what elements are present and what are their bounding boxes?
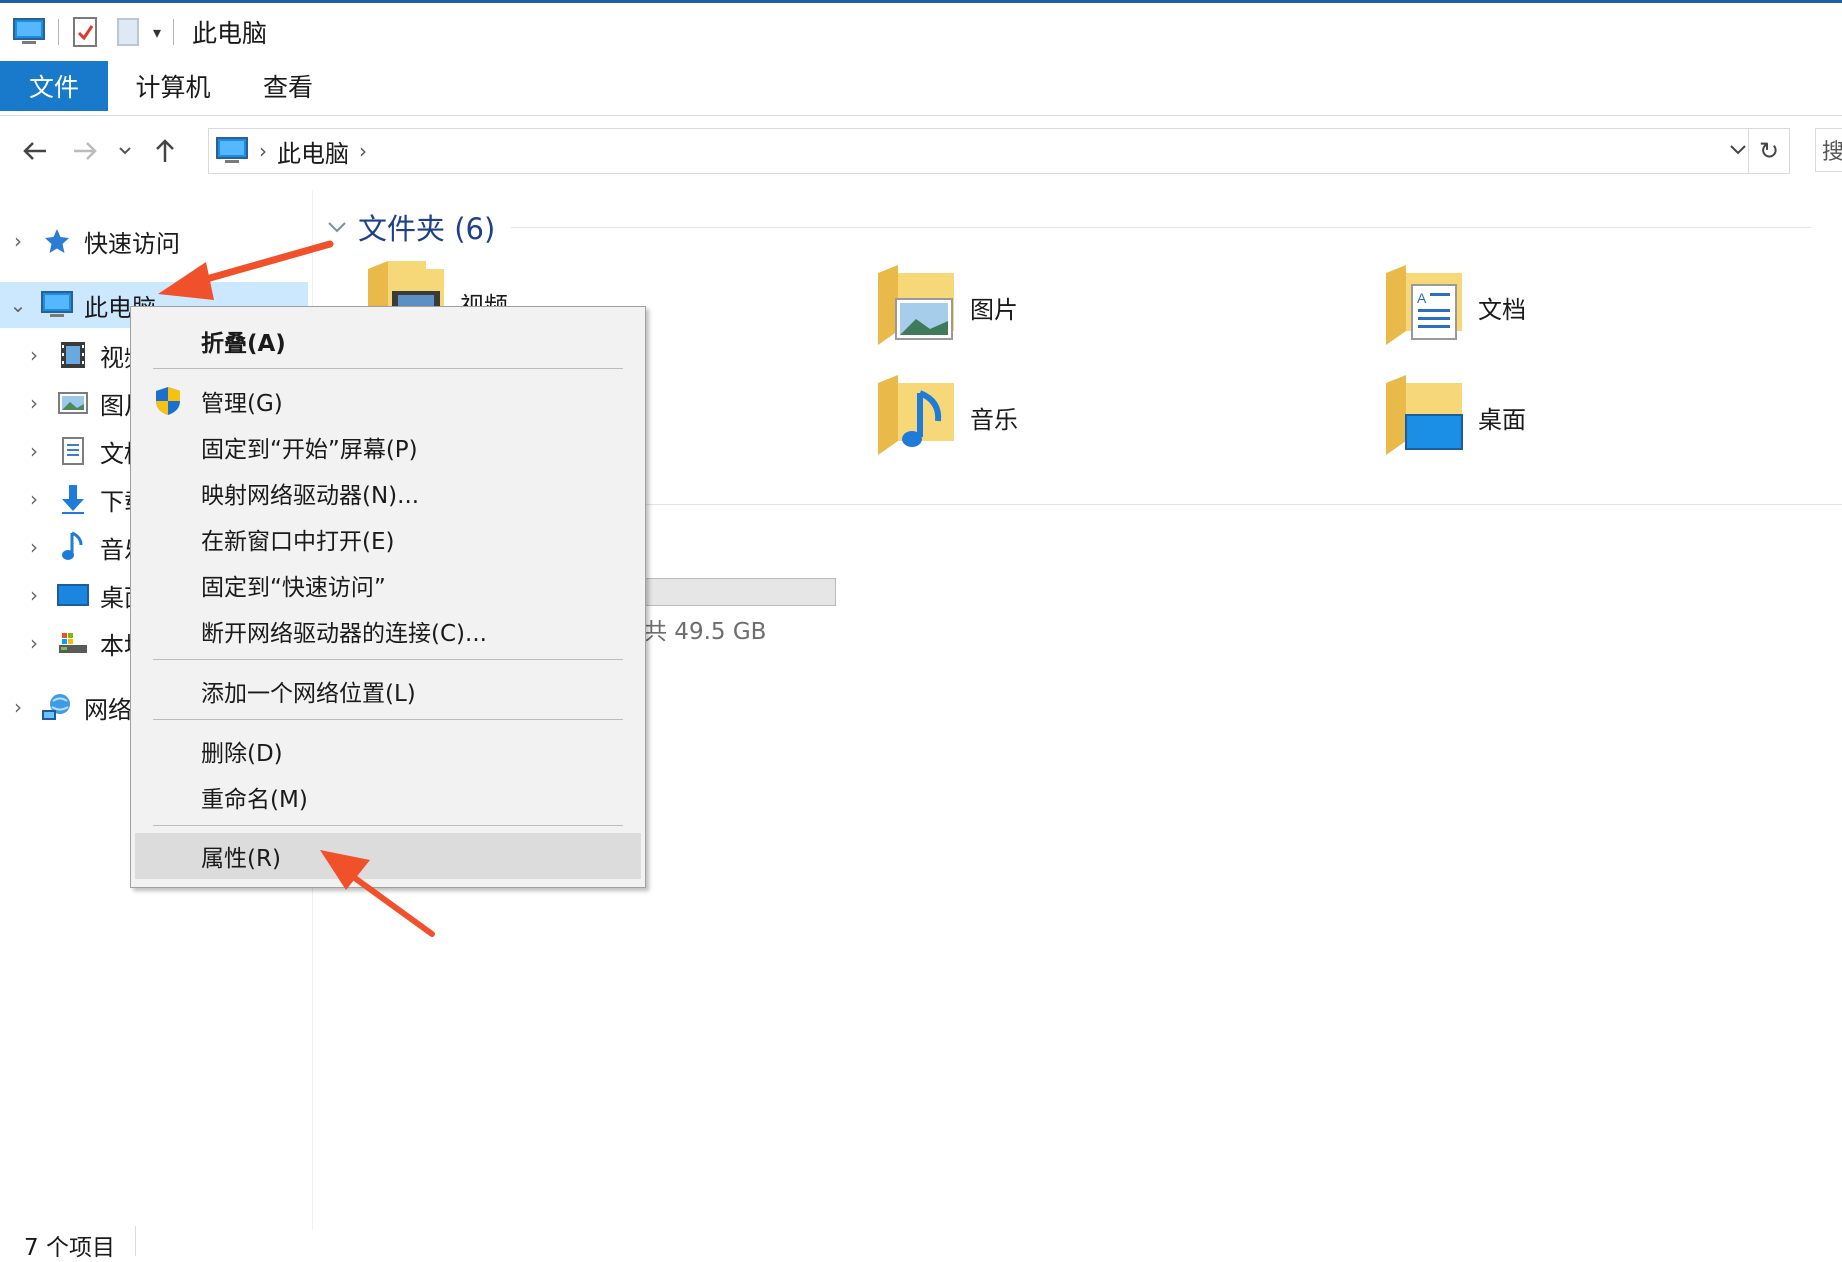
folder-documents[interactable]: A 文档 bbox=[1384, 262, 1684, 352]
chevron-down-icon bbox=[119, 147, 131, 155]
chevron-down-icon bbox=[328, 222, 346, 233]
uac-shield-icon bbox=[153, 385, 183, 423]
breadcrumb-chevron-icon[interactable]: › bbox=[259, 139, 267, 163]
ribbon-tabs: 文件 计算机 查看 bbox=[0, 61, 1842, 116]
local-disk-icon bbox=[56, 628, 90, 658]
menu-separator bbox=[153, 368, 623, 369]
forward-button[interactable] bbox=[60, 121, 110, 181]
menu-item-rename[interactable]: 重命名(M) bbox=[135, 775, 641, 819]
nav-item-documents[interactable]: › 文档 bbox=[16, 428, 148, 474]
nav-item-label: 快速访问 bbox=[84, 229, 180, 258]
address-bar[interactable]: › 此电脑 › ↻ bbox=[208, 128, 1790, 174]
menu-item-map-network-drive[interactable]: 映射网络驱动器(N)... bbox=[135, 471, 641, 515]
folders-group-header[interactable]: 文件夹 (6) bbox=[326, 206, 1812, 248]
folder-label: 桌面 bbox=[1478, 405, 1526, 434]
folder-label: 图片 bbox=[970, 295, 1018, 324]
quick-access-toolbar: ▾ bbox=[0, 3, 186, 61]
tab-computer[interactable]: 计算机 bbox=[108, 61, 238, 111]
menu-item-collapse[interactable]: 折叠(A) bbox=[135, 319, 641, 363]
menu-separator bbox=[153, 659, 623, 660]
expand-chevron-icon[interactable]: › bbox=[24, 343, 44, 367]
navigation-bar: › 此电脑 › ↻ bbox=[0, 116, 1842, 186]
breadcrumb-this-pc[interactable]: 此电脑 bbox=[277, 134, 349, 169]
menu-separator bbox=[153, 825, 623, 826]
this-pc-icon bbox=[215, 136, 249, 166]
nav-item-desktop[interactable]: › 桌面 bbox=[16, 572, 148, 618]
customize-toolbar-dropdown-icon[interactable]: ▾ bbox=[153, 23, 161, 42]
expand-chevron-icon[interactable]: › bbox=[8, 229, 28, 253]
breadcrumb-chevron-icon[interactable]: › bbox=[359, 139, 367, 163]
tab-view[interactable]: 查看 bbox=[238, 61, 338, 111]
menu-item-properties[interactable]: 属性(R) bbox=[135, 833, 641, 879]
status-item-count: 7 个项目 bbox=[24, 1235, 115, 1261]
menu-item-disconnect-network-drive[interactable]: 断开网络驱动器的连接(C)... bbox=[135, 609, 641, 653]
nav-item-quick-access[interactable]: › 快速访问 bbox=[0, 218, 312, 264]
expand-chevron-icon[interactable]: › bbox=[24, 391, 44, 415]
quick-access-star-icon bbox=[40, 226, 74, 256]
address-history-dropdown-icon[interactable] bbox=[1729, 137, 1747, 161]
refresh-button[interactable]: ↻ bbox=[1748, 129, 1789, 173]
toolbar-separator bbox=[58, 19, 59, 45]
downloads-icon bbox=[56, 484, 90, 514]
forward-arrow-icon bbox=[74, 142, 97, 160]
status-separator bbox=[135, 1226, 136, 1256]
search-box[interactable]: 搜 bbox=[1815, 128, 1842, 172]
recent-locations-button[interactable] bbox=[110, 121, 140, 181]
folder-label: 文档 bbox=[1478, 295, 1526, 324]
expand-chevron-icon[interactable]: › bbox=[24, 439, 44, 463]
collapse-chevron-icon[interactable]: ⌄ bbox=[8, 293, 28, 317]
drive-free-space-text: 共 49.5 GB bbox=[644, 619, 767, 645]
properties-icon[interactable] bbox=[71, 16, 99, 48]
up-button[interactable] bbox=[140, 121, 190, 181]
menu-separator bbox=[153, 719, 623, 720]
menu-item-pin-to-start[interactable]: 固定到“开始”屏幕(P) bbox=[135, 425, 641, 469]
menu-item-delete[interactable]: 删除(D) bbox=[135, 729, 641, 773]
folder-pictures[interactable]: 图片 bbox=[876, 262, 1176, 352]
svg-text:A: A bbox=[1417, 290, 1427, 306]
nav-item-label: 网络 bbox=[84, 695, 132, 724]
desktop-folder-icon bbox=[1384, 375, 1464, 459]
folder-label: 音乐 bbox=[970, 405, 1018, 434]
music-folder-icon bbox=[876, 375, 956, 459]
videos-icon bbox=[56, 340, 90, 370]
this-pc-icon bbox=[12, 17, 46, 47]
pictures-folder-icon bbox=[876, 265, 956, 349]
documents-icon bbox=[56, 436, 90, 466]
back-button[interactable] bbox=[10, 121, 60, 181]
expand-chevron-icon[interactable]: › bbox=[24, 535, 44, 559]
expand-chevron-icon[interactable]: › bbox=[8, 695, 28, 719]
menu-item-pin-quick-access[interactable]: 固定到“快速访问” bbox=[135, 563, 641, 607]
nav-item-videos[interactable]: › 视频 bbox=[16, 332, 148, 378]
nav-item-network[interactable]: › 网络 bbox=[0, 684, 132, 730]
nav-item-music[interactable]: › 音乐 bbox=[16, 524, 148, 570]
this-pc-icon bbox=[40, 290, 74, 320]
up-arrow-icon bbox=[156, 139, 174, 162]
menu-item-open-new-window[interactable]: 在新窗口中打开(E) bbox=[135, 517, 641, 561]
group-header-label: 文件夹 (6) bbox=[358, 212, 496, 246]
folder-desktop[interactable]: 桌面 bbox=[1384, 372, 1684, 462]
network-icon bbox=[40, 692, 74, 722]
music-icon bbox=[56, 531, 90, 562]
menu-item-manage[interactable]: 管理(G) bbox=[135, 379, 641, 423]
context-menu: 折叠(A) 管理(G) 固定到“开始”屏幕(P) 映射网络驱动器(N)... 在… bbox=[130, 306, 646, 888]
drive-usage-bar bbox=[644, 578, 836, 606]
expand-chevron-icon[interactable]: › bbox=[24, 583, 44, 607]
nav-item-downloads[interactable]: › 下载 bbox=[16, 476, 148, 522]
toolbar-separator bbox=[173, 19, 175, 45]
nav-item-pictures[interactable]: › 图片 bbox=[16, 380, 148, 426]
group-divider bbox=[640, 504, 1842, 505]
desktop-icon bbox=[56, 580, 90, 610]
new-folder-icon[interactable] bbox=[115, 16, 141, 48]
expand-chevron-icon[interactable]: › bbox=[24, 631, 44, 655]
documents-folder-icon: A bbox=[1384, 265, 1464, 349]
group-header-line bbox=[511, 226, 1812, 228]
menu-item-add-network-location[interactable]: 添加一个网络位置(L) bbox=[135, 669, 641, 713]
expand-chevron-icon[interactable]: › bbox=[24, 487, 44, 511]
folder-music[interactable]: 音乐 bbox=[876, 372, 1176, 462]
window-title: 此电脑 bbox=[192, 19, 268, 48]
pictures-icon bbox=[56, 388, 90, 418]
tab-file[interactable]: 文件 bbox=[0, 61, 108, 111]
title-bar: ▾ 此电脑 bbox=[0, 3, 1842, 61]
back-arrow-icon bbox=[23, 142, 46, 160]
